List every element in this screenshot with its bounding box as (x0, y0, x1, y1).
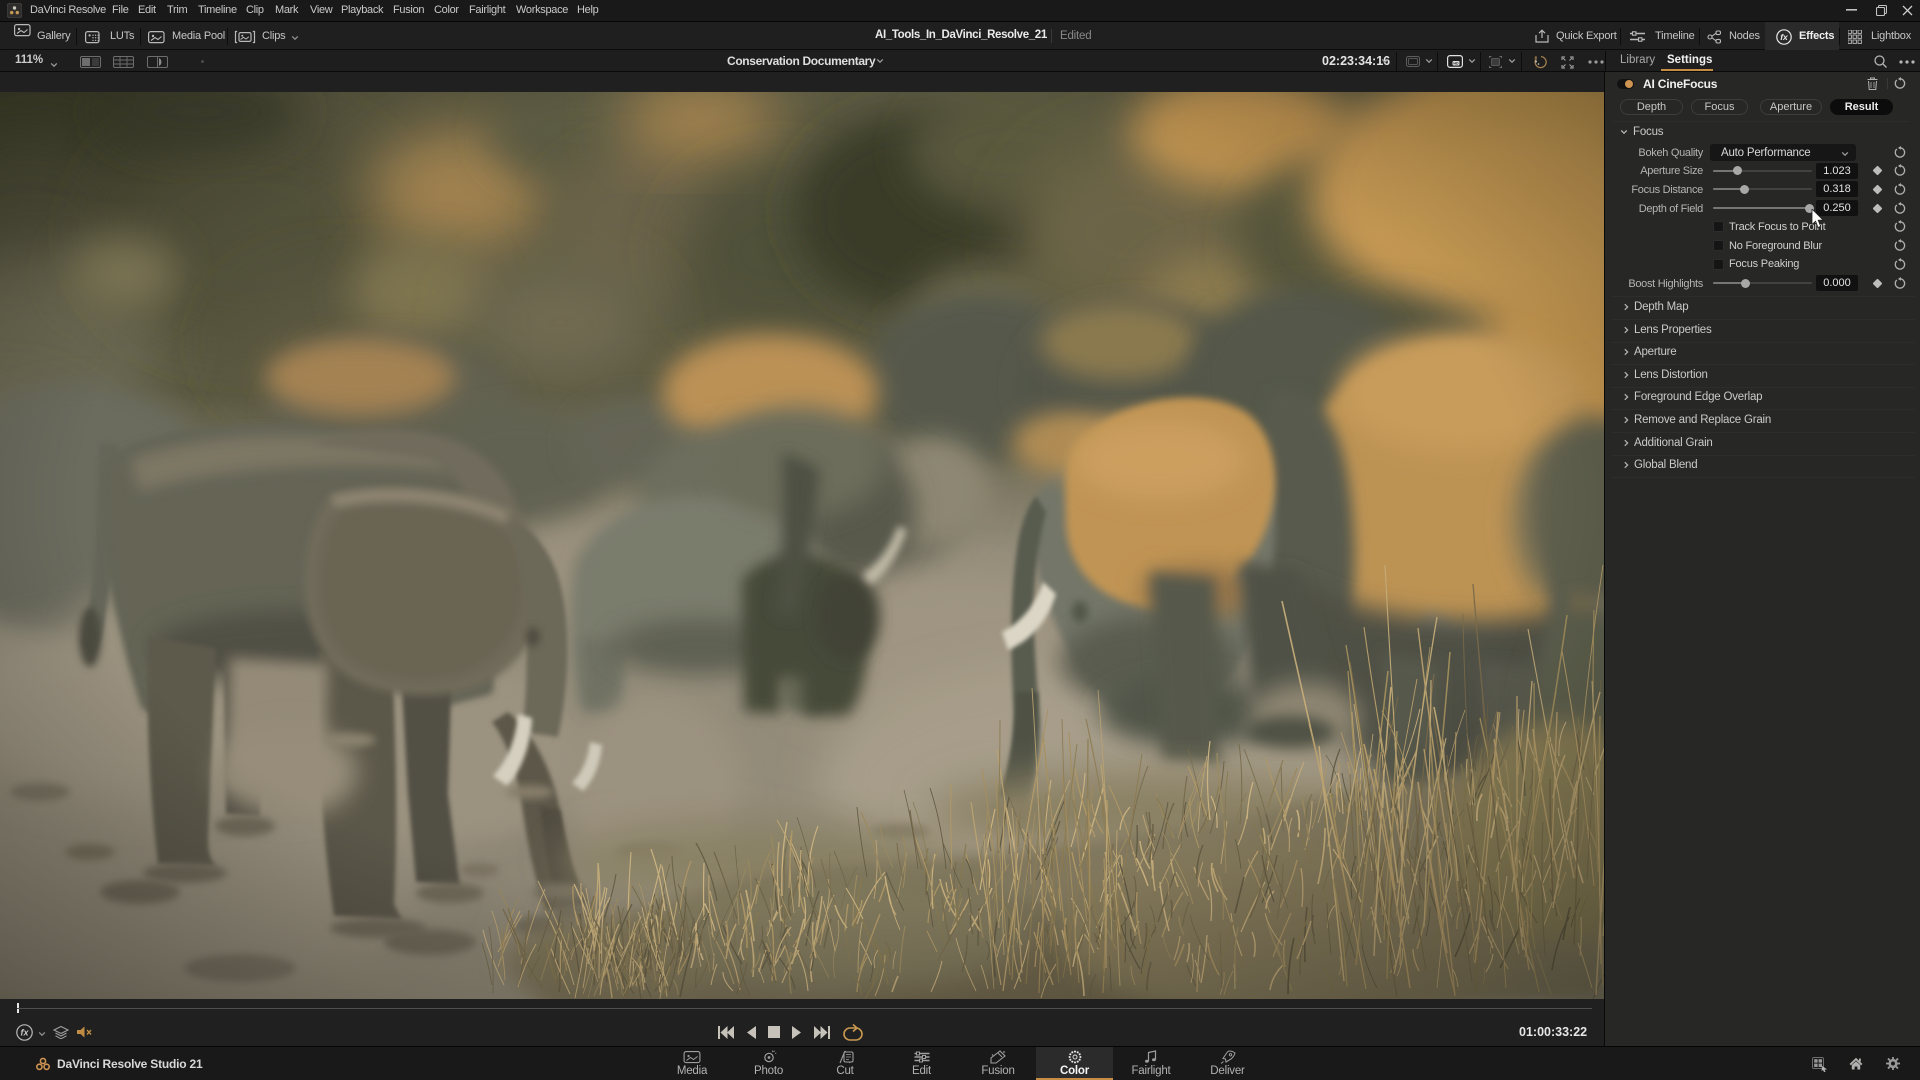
svg-text:fx: fx (20, 1028, 29, 1038)
svg-text:HD: HD (1453, 62, 1459, 66)
svg-text:fx: fx (1780, 32, 1789, 42)
